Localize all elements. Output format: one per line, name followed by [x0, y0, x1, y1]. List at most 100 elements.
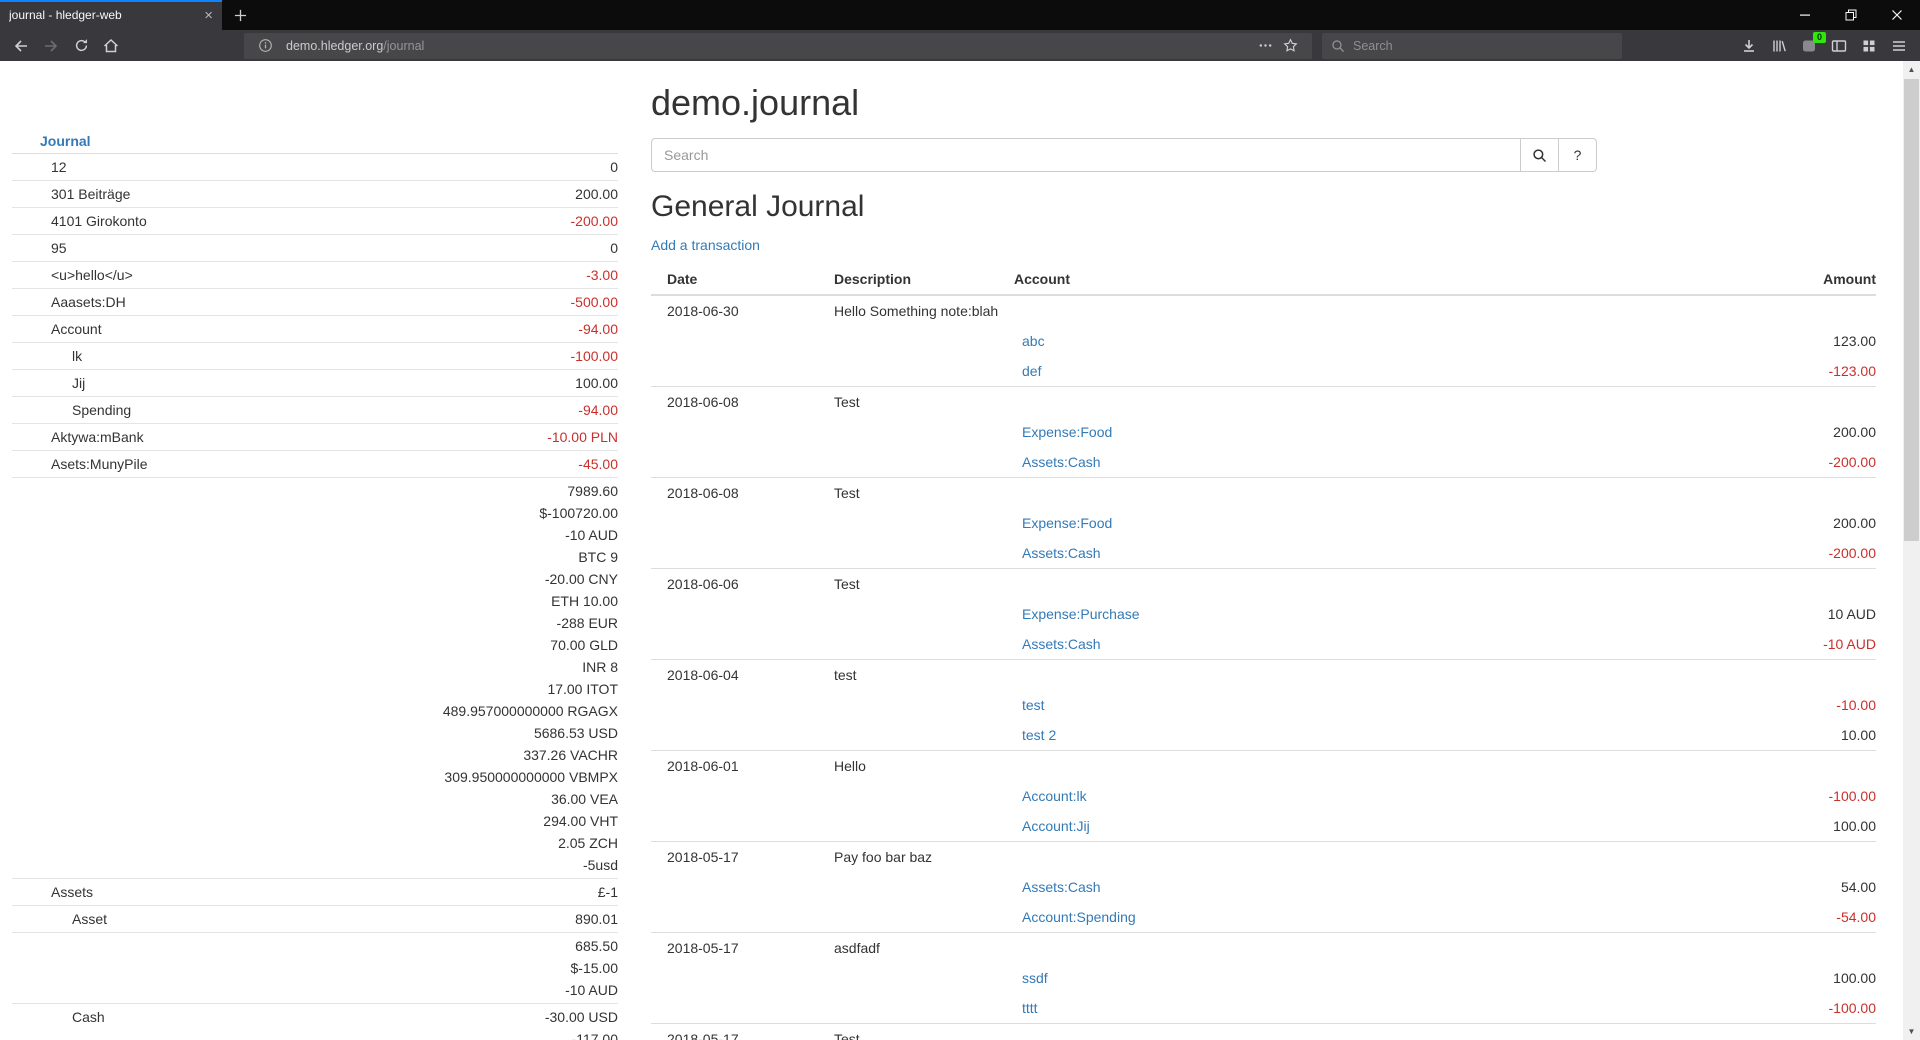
transaction-row: 2018-06-30Hello Something note:blah — [651, 295, 1876, 326]
posting-account-link[interactable]: Account:Jij — [1022, 818, 1090, 834]
posting-account-link[interactable]: Assets:Cash — [1022, 636, 1101, 652]
posting-account-link[interactable]: Expense:Food — [1022, 424, 1112, 440]
extension-button[interactable]: 0 — [1794, 33, 1824, 59]
account-balance: -30.00 USD — [315, 1006, 618, 1028]
account-balance-cell: -100.00 — [315, 343, 618, 370]
main-content: demo.journal ? General Journal Add a tra… — [651, 61, 1876, 1040]
close-button[interactable] — [1874, 0, 1920, 30]
account-balance: 70.00 GLD — [315, 634, 618, 656]
posting-account-link[interactable]: Assets:Cash — [1022, 545, 1101, 561]
posting-account-link[interactable]: Account:lk — [1022, 788, 1087, 804]
posting-account-link[interactable]: ssdf — [1022, 970, 1048, 986]
posting-account-link[interactable]: Assets:Cash — [1022, 879, 1101, 895]
sidebar-account-link[interactable]: 301 Beiträge — [51, 186, 130, 202]
plus-icon — [234, 9, 247, 22]
search-help-button[interactable]: ? — [1559, 138, 1597, 172]
library-button[interactable] — [1764, 33, 1794, 59]
site-info-button[interactable] — [253, 38, 278, 53]
posting-account-cell: def — [998, 356, 1618, 387]
sidebar-icon — [1831, 38, 1847, 54]
empty-date-cell — [651, 629, 818, 660]
posting-account-link[interactable]: Expense:Food — [1022, 515, 1112, 531]
account-balance: $-15.00 — [315, 957, 618, 979]
transaction-description: asdfadf — [818, 933, 998, 964]
posting-amount-cell: -100.00 — [1618, 993, 1876, 1024]
sidebar-account-link[interactable]: Aaasets:DH — [51, 294, 126, 310]
minimize-icon — [1799, 9, 1811, 21]
url-path: /journal — [383, 39, 424, 53]
reload-button[interactable] — [66, 33, 96, 59]
sidebar-account-link[interactable]: Jij — [72, 375, 85, 391]
posting-account-link[interactable]: Assets:Cash — [1022, 454, 1101, 470]
posting-account-link[interactable]: abc — [1022, 333, 1045, 349]
sidebar-account-link[interactable]: 95 — [51, 240, 67, 256]
menu-button[interactable] — [1884, 33, 1914, 59]
account-balance-cell: £-1 — [315, 879, 618, 906]
url-domain: demo.hledger.org — [286, 39, 383, 53]
account-balance: -10.00 PLN — [315, 426, 618, 448]
page-actions-button[interactable] — [1253, 38, 1278, 53]
browser-tab[interactable]: journal - hledger-web × — [0, 0, 222, 30]
back-button[interactable] — [6, 33, 36, 59]
empty-account-cell — [998, 478, 1618, 509]
scroll-down-arrow[interactable]: ▼ — [1903, 1023, 1920, 1040]
back-icon — [13, 38, 29, 54]
forward-button[interactable] — [36, 33, 66, 59]
sidebar-account-link[interactable]: Account — [51, 321, 102, 337]
empty-date-cell — [651, 356, 818, 387]
sidebar-account-row: Jij100.00 — [12, 370, 618, 397]
new-tab-button[interactable] — [222, 0, 259, 30]
empty-description-cell — [818, 326, 998, 356]
tab-close-icon[interactable]: × — [204, 8, 213, 23]
account-name-cell: Jij — [12, 370, 315, 397]
empty-description-cell — [818, 720, 998, 751]
table-header-row: Date Description Account Amount — [651, 264, 1876, 295]
scrollbar-thumb[interactable] — [1904, 79, 1919, 541]
posting-amount-cell: -200.00 — [1618, 538, 1876, 569]
posting-row: test-10.00 — [651, 690, 1876, 720]
sidebar-account-row: 950 — [12, 235, 618, 262]
sidebar-account-link[interactable]: Cash — [72, 1009, 105, 1025]
sidebar-account-link[interactable]: Aktywa:mBank — [51, 429, 144, 445]
empty-amount-cell — [1618, 660, 1876, 691]
posting-account-link[interactable]: def — [1022, 363, 1041, 379]
sidebar-account-link[interactable]: Assets — [51, 884, 93, 900]
account-balance: -10 AUD — [315, 979, 618, 1001]
posting-account-link[interactable]: Account:Spending — [1022, 909, 1136, 925]
bookmark-button[interactable] — [1278, 38, 1303, 53]
account-balance-cell: 685.50$-15.00-10 AUD — [315, 933, 618, 1004]
restore-icon — [1845, 9, 1857, 21]
page-scrollbar[interactable]: ▲ ▼ — [1903, 61, 1920, 1040]
account-balance: -500.00 — [315, 291, 618, 313]
empty-account-cell — [998, 295, 1618, 326]
search-button[interactable] — [1521, 138, 1559, 172]
sidebar-toggle-button[interactable] — [1824, 33, 1854, 59]
posting-account-link[interactable]: test — [1022, 697, 1045, 713]
sidebar-account-link[interactable]: 12 — [51, 159, 67, 175]
account-balance-cell: 890.01 — [315, 906, 618, 933]
sidebar-account-link[interactable]: Spending — [72, 402, 131, 418]
posting-account-link[interactable]: tttt — [1022, 1000, 1038, 1016]
journal-link[interactable]: Journal — [40, 133, 91, 149]
url-bar[interactable]: demo.hledger.org/journal — [244, 33, 1312, 59]
posting-row: Account:lk-100.00 — [651, 781, 1876, 811]
minimize-button[interactable] — [1782, 0, 1828, 30]
search-input[interactable] — [651, 138, 1521, 172]
restore-button[interactable] — [1828, 0, 1874, 30]
transactions-table: Date Description Account Amount 2018-06-… — [651, 264, 1876, 1040]
apps-button[interactable] — [1854, 33, 1884, 59]
account-name-cell: 12 — [12, 154, 315, 181]
posting-account-link[interactable]: test 2 — [1022, 727, 1056, 743]
scroll-up-arrow[interactable]: ▲ — [1903, 61, 1920, 78]
browser-search-field[interactable]: Search — [1322, 33, 1622, 59]
add-transaction-link[interactable]: Add a transaction — [651, 237, 760, 253]
sidebar-account-link[interactable]: lk — [72, 348, 82, 364]
downloads-button[interactable] — [1734, 33, 1764, 59]
posting-account-link[interactable]: Expense:Purchase — [1022, 606, 1140, 622]
home-button[interactable] — [96, 33, 126, 59]
sidebar-account-link[interactable]: Asset — [72, 911, 107, 927]
sidebar-account-link[interactable]: 4101 Girokonto — [51, 213, 147, 229]
sidebar-account-link[interactable]: Asets:MunyPile — [51, 456, 147, 472]
empty-amount-cell — [1618, 295, 1876, 326]
sidebar-account-link[interactable]: <u>hello</u> — [51, 267, 133, 283]
